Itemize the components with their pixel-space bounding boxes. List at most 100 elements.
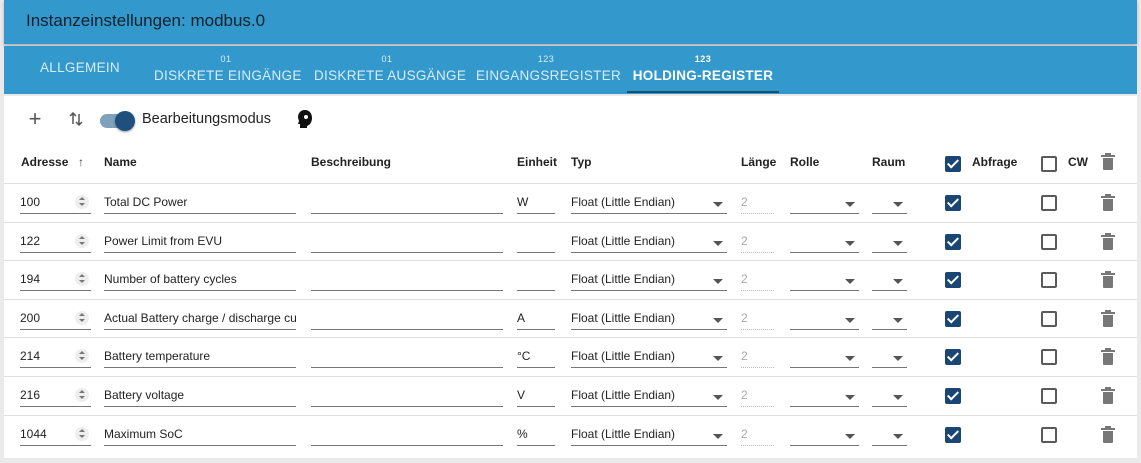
column-laenge[interactable]: Länge (741, 155, 776, 169)
name-input[interactable]: Actual Battery charge / discharge cur (104, 308, 296, 330)
stepper-icon[interactable] (75, 387, 89, 402)
sort-up-icon[interactable]: ↑ (78, 155, 84, 169)
role-select[interactable] (790, 192, 859, 214)
type-select[interactable]: Float (Little Endian) (571, 231, 727, 253)
description-input[interactable] (311, 231, 503, 253)
type-select[interactable]: Float (Little Endian) (571, 308, 727, 330)
stepper-icon[interactable] (75, 310, 89, 325)
room-select[interactable] (872, 385, 907, 407)
name-input[interactable]: Battery voltage (104, 385, 296, 407)
name-input[interactable]: Number of battery cycles (104, 269, 296, 292)
description-input[interactable] (311, 308, 503, 330)
room-select[interactable] (872, 308, 907, 330)
plus-icon[interactable]: + (24, 106, 46, 132)
type-select[interactable]: Float (Little Endian) (571, 269, 727, 292)
address-input[interactable]: 194 (20, 269, 91, 292)
cw-checkbox[interactable] (1041, 272, 1057, 289)
type-select[interactable]: Float (Little Endian) (571, 424, 727, 446)
role-select[interactable] (790, 269, 859, 292)
abfrage-checkbox[interactable] (945, 310, 961, 327)
cw-all-checkbox[interactable] (1041, 156, 1057, 172)
stepper-icon[interactable] (75, 349, 89, 364)
type-select[interactable]: Float (Little Endian) (571, 346, 727, 369)
unit-input[interactable]: A (517, 308, 555, 330)
description-input[interactable] (311, 346, 503, 369)
column-beschreibung[interactable]: Beschreibung (311, 155, 391, 169)
column-typ[interactable]: Typ (571, 155, 591, 169)
description-input[interactable] (311, 385, 503, 407)
unit-input[interactable]: W (517, 192, 555, 214)
cw-checkbox[interactable] (1041, 195, 1057, 211)
tab-allgemein[interactable]: ALLGEMEIN (24, 46, 136, 94)
stepper-icon[interactable] (75, 272, 89, 287)
trash-icon[interactable] (1101, 386, 1115, 404)
stepper-icon[interactable] (75, 426, 89, 441)
column-adresse[interactable]: Adresse (21, 155, 68, 169)
abfrage-checkbox[interactable] (945, 195, 961, 211)
description-input[interactable] (311, 269, 503, 292)
trash-icon[interactable] (1101, 271, 1115, 289)
abfrage-checkbox[interactable] (945, 349, 961, 366)
description-input[interactable] (311, 192, 503, 214)
trash-icon[interactable] (1101, 153, 1115, 170)
cw-checkbox[interactable] (1041, 387, 1057, 404)
abfrage-checkbox[interactable] (945, 426, 961, 443)
address-input[interactable]: 1044 (20, 424, 91, 446)
name-input[interactable]: Total DC Power (104, 192, 296, 214)
role-select[interactable] (790, 231, 859, 253)
address-input[interactable]: 200 (20, 308, 91, 330)
unit-input[interactable]: °C (517, 346, 555, 369)
type-select[interactable]: Float (Little Endian) (571, 385, 727, 407)
cw-checkbox[interactable] (1041, 310, 1057, 327)
role-select[interactable] (790, 385, 859, 407)
stepper-icon[interactable] (75, 195, 89, 209)
stepper-icon[interactable] (75, 233, 89, 248)
address-input[interactable]: 122 (20, 231, 91, 253)
trash-icon[interactable] (1101, 425, 1115, 443)
column-abfrage[interactable]: Abfrage (972, 155, 1017, 169)
description-input[interactable] (311, 424, 503, 446)
abfrage-checkbox[interactable] (945, 233, 961, 250)
column-cw[interactable]: CW (1068, 155, 1088, 169)
edit-mode-toggle[interactable] (100, 111, 135, 131)
column-rolle[interactable]: Rolle (790, 155, 819, 169)
name-input[interactable]: Battery temperature (104, 346, 296, 369)
tab-eingangsregister[interactable]: 123 EINGANGSREGISTER (476, 46, 621, 94)
tab-diskrete-eingaenge[interactable]: 01 DISKRETE EINGÄNGE (154, 46, 301, 94)
cw-checkbox[interactable] (1041, 233, 1057, 250)
abfrage-checkbox[interactable] (945, 272, 961, 289)
sort-arrows-icon[interactable] (68, 109, 88, 133)
tab-diskrete-ausgaenge[interactable]: 01 DISKRETE AUSGÄNGE (314, 46, 466, 94)
column-einheit[interactable]: Einheit (517, 155, 557, 169)
role-select[interactable] (790, 346, 859, 369)
cw-checkbox[interactable] (1041, 349, 1057, 366)
room-select[interactable] (872, 346, 907, 369)
room-select[interactable] (872, 231, 907, 253)
head-icon[interactable] (296, 109, 314, 131)
room-select[interactable] (872, 269, 907, 292)
unit-input[interactable] (517, 231, 555, 253)
abfrage-checkbox[interactable] (945, 387, 961, 404)
name-input[interactable]: Power Limit from EVU (104, 231, 296, 253)
address-input[interactable]: 216 (20, 385, 91, 407)
role-select[interactable] (790, 308, 859, 330)
name-input[interactable]: Maximum SoC (104, 424, 296, 446)
tab-holding-register[interactable]: 123 HOLDING-REGISTER (627, 46, 779, 94)
address-input[interactable]: 214 (20, 346, 91, 369)
address-input[interactable]: 100 (20, 192, 91, 214)
trash-icon[interactable] (1101, 232, 1115, 250)
abfrage-all-checkbox[interactable] (945, 156, 961, 172)
unit-input[interactable]: V (517, 385, 555, 407)
column-name[interactable]: Name (104, 155, 137, 169)
room-select[interactable] (872, 192, 907, 214)
type-select[interactable]: Float (Little Endian) (571, 192, 727, 214)
trash-icon[interactable] (1101, 348, 1115, 366)
cw-checkbox[interactable] (1041, 426, 1057, 443)
unit-input[interactable] (517, 269, 555, 292)
trash-icon[interactable] (1101, 194, 1115, 211)
trash-icon[interactable] (1101, 309, 1115, 327)
role-select[interactable] (790, 424, 859, 446)
column-raum[interactable]: Raum (872, 155, 905, 169)
room-select[interactable] (872, 424, 907, 446)
unit-input[interactable]: % (517, 424, 555, 446)
